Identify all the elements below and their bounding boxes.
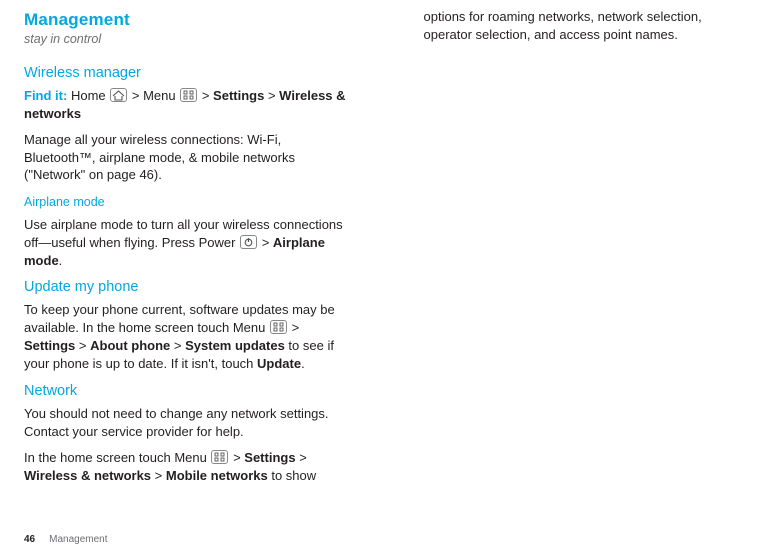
- settings-label: Settings: [213, 88, 264, 103]
- tagline: stay in control: [24, 31, 354, 48]
- menu-icon: [270, 320, 287, 334]
- left-column: Management stay in control Wireless mana…: [24, 8, 354, 527]
- airplane-body: Use airplane mode to turn all your wirel…: [24, 216, 354, 270]
- section-wireless-manager: Wireless manager: [24, 63, 354, 83]
- page-number: 46: [24, 533, 35, 547]
- network-post: to show: [268, 468, 316, 483]
- section-update-phone: Update my phone: [24, 277, 354, 297]
- page-footer: 46 Management: [24, 527, 753, 559]
- menu-icon: [180, 88, 197, 102]
- gt: >: [264, 88, 279, 103]
- power-icon: [240, 235, 257, 249]
- menu-icon: [211, 450, 228, 464]
- update-end: .: [301, 356, 305, 371]
- about-phone-label: About phone: [90, 338, 170, 353]
- gt: >: [296, 450, 307, 465]
- wireless-manager-body: Manage all your wireless connections: Wi…: [24, 131, 354, 185]
- wireless-manager-findit: Find it: Home > Menu > Settings > Wirele…: [24, 87, 354, 123]
- subsection-airplane-mode: Airplane mode: [24, 194, 354, 211]
- gt: >: [288, 320, 299, 335]
- findit-label: Find it:: [24, 88, 67, 103]
- network-p2: In the home screen touch Menu > Settings…: [24, 449, 354, 485]
- airplane-end: .: [59, 253, 63, 268]
- gt: >: [170, 338, 185, 353]
- page-title: Management: [24, 8, 354, 31]
- settings-label: Settings: [244, 450, 295, 465]
- mobile-networks-label: Mobile networks: [166, 468, 268, 483]
- gt: >: [75, 338, 90, 353]
- section-network: Network: [24, 381, 354, 401]
- system-updates-label: System updates: [185, 338, 285, 353]
- network-p1: You should not need to change any networ…: [24, 405, 354, 441]
- text-menu: > Menu: [128, 88, 179, 103]
- airplane-post: >: [258, 235, 273, 250]
- update-button-label: Update: [257, 356, 301, 371]
- home-icon: [110, 88, 127, 102]
- col2-p: options for roaming networks, network se…: [424, 8, 754, 44]
- right-column: options for roaming networks, network se…: [424, 8, 754, 527]
- wireless-networks-label: Wireless & networks: [24, 468, 151, 483]
- gt: >: [198, 88, 213, 103]
- network-pre: In the home screen touch Menu: [24, 450, 210, 465]
- settings-label: Settings: [24, 338, 75, 353]
- gt: >: [229, 450, 244, 465]
- gt: >: [151, 468, 166, 483]
- footer-section: Management: [49, 533, 107, 547]
- update-body: To keep your phone current, software upd…: [24, 301, 354, 373]
- text-home: Home: [71, 88, 106, 103]
